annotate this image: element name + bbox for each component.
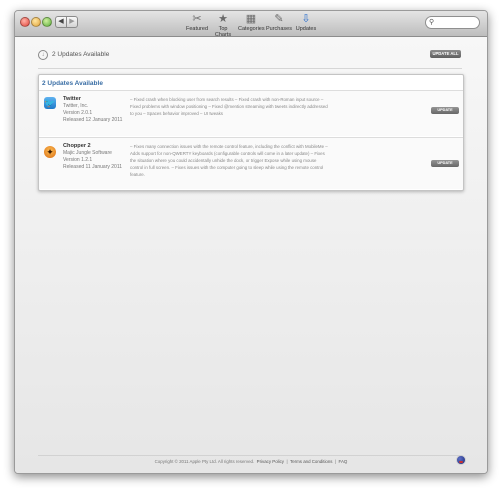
privacy-policy-link[interactable]: Privacy Policy bbox=[257, 459, 284, 464]
app-version: Version 1.2.1 bbox=[63, 157, 93, 163]
app-developer: Majic Jungle Software bbox=[63, 150, 112, 156]
zoom-window-button[interactable] bbox=[42, 17, 52, 27]
app-version: Version 2.0.1 bbox=[63, 110, 93, 116]
close-window-button[interactable] bbox=[20, 17, 30, 27]
twitter-bird-icon[interactable]: 🐦 bbox=[44, 97, 56, 109]
app-developer: Twitter, Inc. bbox=[63, 103, 89, 109]
release-notes: – Fixes many connection issues with the … bbox=[130, 144, 328, 177]
update-button[interactable]: UPDATE bbox=[431, 160, 459, 167]
search-icon: ⚲ bbox=[429, 19, 435, 26]
toolbar: ◀ ▶ ✂ Featured ★ Top Charts ▦ Categories… bbox=[15, 11, 487, 38]
app-name[interactable]: Chopper 2 bbox=[63, 143, 122, 150]
tab-label: Categories bbox=[238, 26, 265, 32]
footer-separator: | bbox=[286, 459, 288, 464]
terms-link[interactable]: Terms and Conditions bbox=[290, 459, 332, 464]
tab-label: Purchases bbox=[266, 26, 292, 32]
updates-available-label: 2 Updates Available bbox=[52, 51, 110, 58]
tab-featured[interactable]: ✂ Featured bbox=[185, 13, 209, 32]
tab-updates[interactable]: ⇩ Updates bbox=[294, 13, 318, 32]
tab-label: Featured bbox=[185, 26, 208, 32]
chopper-icon[interactable]: ✦ bbox=[44, 146, 56, 158]
app-name[interactable]: Twitter bbox=[63, 96, 122, 103]
app-release-date: Released 12 January 2011 bbox=[63, 117, 123, 123]
categories-icon: ▦ bbox=[245, 13, 257, 25]
star-icon: ★ bbox=[218, 13, 228, 25]
footer: Copyright © 2011 Apple Pty Ltd. All righ… bbox=[15, 459, 487, 464]
tab-categories[interactable]: ▦ Categories bbox=[238, 13, 265, 32]
tab-top-charts[interactable]: ★ Top Charts bbox=[210, 13, 236, 38]
featured-icon: ✂ bbox=[192, 13, 202, 25]
panel-title: 2 Updates Available bbox=[42, 80, 103, 87]
forward-button[interactable]: ▶ bbox=[66, 16, 78, 28]
tab-purchases[interactable]: ✎ Purchases bbox=[266, 13, 292, 32]
updates-page: ↓ 2 Updates Available UPDATE ALL 2 Updat… bbox=[15, 37, 487, 473]
download-icon: ↓ bbox=[38, 50, 48, 60]
copyright-text: Copyright © 2011 Apple Pty Ltd. All righ… bbox=[154, 459, 255, 464]
country-flag-icon[interactable] bbox=[456, 455, 466, 465]
updates-panel: 2 Updates Available 🐦 Twitter Twitter, I… bbox=[38, 74, 464, 191]
update-button[interactable]: UPDATE bbox=[431, 107, 459, 114]
app-info: Chopper 2 Majic Jungle Software Version … bbox=[63, 143, 122, 171]
minimize-window-button[interactable] bbox=[31, 17, 41, 27]
update-row-chopper-2: ✦ Chopper 2 Majic Jungle Software Versio… bbox=[39, 138, 463, 189]
updates-icon: ⇩ bbox=[301, 13, 311, 25]
divider bbox=[38, 68, 462, 69]
faq-link[interactable]: FAQ bbox=[339, 459, 348, 464]
search-field[interactable]: ⚲ bbox=[425, 16, 480, 29]
purchases-icon: ✎ bbox=[274, 13, 284, 25]
release-notes: – Fixed crash when blocking user from se… bbox=[130, 97, 328, 116]
tab-label: Updates bbox=[295, 26, 317, 32]
update-row-twitter: 🐦 Twitter Twitter, Inc. Version 2.0.1 Re… bbox=[39, 91, 463, 136]
divider bbox=[38, 455, 462, 456]
app-info: Twitter Twitter, Inc. Version 2.0.1 Rele… bbox=[63, 96, 122, 124]
update-all-button[interactable]: UPDATE ALL bbox=[430, 50, 461, 58]
footer-separator: | bbox=[334, 459, 337, 464]
app-store-window: ◀ ▶ ✂ Featured ★ Top Charts ▦ Categories… bbox=[14, 10, 488, 474]
app-release-date: Released 11 January 2011 bbox=[63, 164, 123, 170]
